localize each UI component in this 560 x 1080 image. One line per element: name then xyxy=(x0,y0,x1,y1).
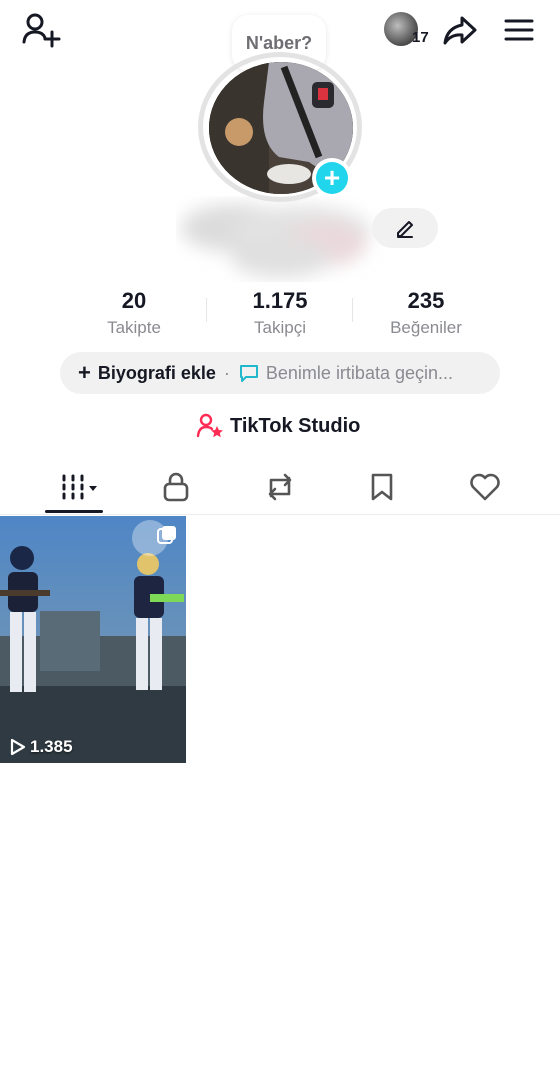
tab-videos[interactable] xyxy=(34,464,124,510)
note-text: N'aber? xyxy=(245,32,313,53)
tab-saved[interactable] xyxy=(337,464,427,510)
active-tab-indicator xyxy=(45,510,103,513)
hamburger-icon xyxy=(504,19,534,41)
bookmark-icon xyxy=(371,473,393,501)
video-thumbnail[interactable]: 1.385 xyxy=(0,516,186,763)
view-count: 1.385 xyxy=(8,737,73,757)
pencil-icon xyxy=(397,221,413,238)
likes-label: Beğeniler xyxy=(390,318,462,337)
heart-icon xyxy=(470,473,500,501)
chat-bubble-icon xyxy=(239,365,258,382)
following-label: Takipte xyxy=(107,318,161,337)
add-bio-label: Biyografi ekle xyxy=(97,362,216,383)
plus-icon: + xyxy=(78,360,91,385)
blurred-username xyxy=(176,196,386,282)
following-count: 20 xyxy=(121,288,147,313)
studio-person-star-icon xyxy=(196,413,223,438)
contact-button[interactable]: Benimle irtibata geçin... xyxy=(238,363,453,384)
video-frame xyxy=(0,516,186,763)
studio-label: TikTok Studio xyxy=(230,414,361,437)
stat-followers[interactable]: 1.175 Takipçi xyxy=(205,288,355,338)
share-icon xyxy=(443,16,477,45)
bio-pill: + Biyografi ekle · Benimle irtibata geçi… xyxy=(60,352,500,394)
edit-profile-button[interactable] xyxy=(372,208,438,248)
play-icon xyxy=(10,738,26,756)
add-story-button[interactable]: + xyxy=(312,158,352,198)
stat-likes[interactable]: 235 Beğeniler xyxy=(351,288,501,338)
bio-separator: · xyxy=(223,362,230,383)
multi-video-icon xyxy=(156,524,178,551)
followers-count: 1.175 xyxy=(252,288,308,313)
account-count-badge: 17 xyxy=(412,29,429,46)
followers-label: Takipçi xyxy=(254,318,306,337)
repost-icon xyxy=(268,473,292,501)
tab-reposts[interactable] xyxy=(235,464,325,510)
add-bio-button[interactable]: + Biyografi ekle xyxy=(78,360,216,386)
grid-icon xyxy=(62,474,97,500)
add-friend-button[interactable] xyxy=(18,10,64,50)
likes-count: 235 xyxy=(407,288,445,313)
share-button[interactable] xyxy=(440,12,480,50)
stat-following[interactable]: 20 Takipte xyxy=(59,288,209,338)
plus-icon: + xyxy=(316,162,348,194)
contact-label: Benimle irtibata geçin... xyxy=(265,362,453,383)
menu-button[interactable] xyxy=(500,12,538,48)
tab-liked[interactable] xyxy=(440,464,530,510)
tiktok-studio-link[interactable]: TikTok Studio xyxy=(196,410,360,442)
lock-icon xyxy=(163,472,189,502)
view-count-label: 1.385 xyxy=(30,737,73,756)
person-plus-icon xyxy=(22,13,61,48)
tab-divider xyxy=(0,514,560,515)
tab-private[interactable] xyxy=(131,464,221,510)
